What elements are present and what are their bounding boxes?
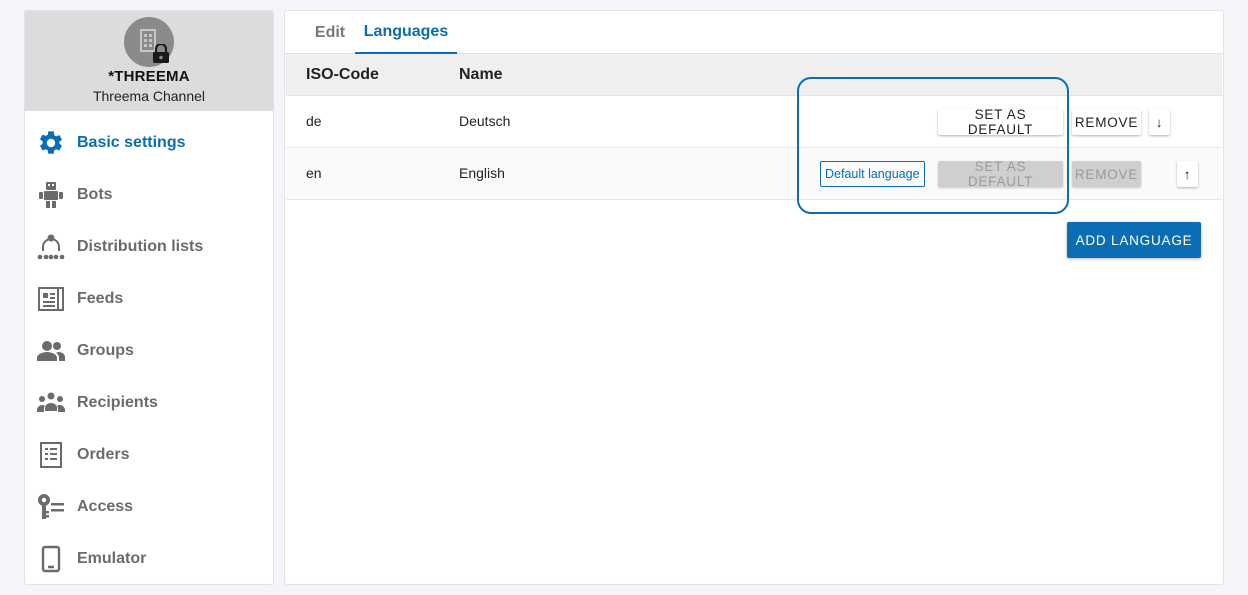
channel-type: Threema Channel: [92, 88, 206, 104]
table-header: ISO-Code Name: [286, 54, 1222, 96]
gear-icon: [37, 129, 65, 157]
table-row: en English Default language SET AS DEFAU…: [286, 148, 1222, 200]
sidebar-item-label: Groups: [77, 342, 134, 359]
sidebar-item-recipients[interactable]: Recipients: [25, 377, 273, 429]
sidebar-item-label: Distribution lists: [77, 238, 204, 255]
iso-code-cell: en: [306, 165, 322, 181]
sidebar-item-basic-settings[interactable]: Basic settings: [25, 117, 273, 169]
feed-icon: [37, 285, 65, 313]
recipients-icon: [37, 389, 65, 417]
sidebar-item-label: Emulator: [77, 550, 147, 567]
distribution-icon: [37, 233, 65, 261]
phone-icon: [37, 545, 65, 573]
sidebar-item-label: Feeds: [77, 290, 124, 307]
channel-avatar: [124, 17, 174, 67]
sidebar-item-label: Basic settings: [77, 134, 186, 151]
sidebar-item-orders[interactable]: Orders: [25, 429, 273, 481]
channel-name: *THREEMA: [108, 68, 190, 85]
language-name-cell: Deutsch: [459, 113, 511, 129]
set-as-default-button[interactable]: SET AS DEFAULT: [938, 107, 1063, 137]
column-header-iso-code: ISO-Code: [306, 66, 379, 83]
remove-button[interactable]: REMOVE: [1072, 109, 1141, 135]
sidebar-item-feeds[interactable]: Feeds: [25, 273, 273, 325]
sidebar-item-access[interactable]: Access: [25, 481, 273, 533]
sidebar: *THREEMA Threema Channel Basic settings …: [24, 10, 274, 585]
iso-code-cell: de: [306, 113, 322, 129]
languages-panel: Edit Languages ISO-Code Name de Deutsch …: [284, 10, 1224, 585]
default-language-badge: Default language: [820, 161, 925, 187]
move-down-button[interactable]: ↓: [1149, 109, 1170, 135]
remove-button-disabled: REMOVE: [1072, 161, 1141, 187]
sidebar-item-label: Recipients: [77, 394, 158, 411]
language-name-cell: English: [459, 165, 505, 181]
sidebar-item-label: Bots: [77, 186, 113, 203]
sidebar-item-label: Access: [77, 498, 134, 515]
tab-bar: Edit Languages: [285, 11, 1223, 54]
arrow-down-icon: ↓: [1155, 114, 1164, 130]
orders-icon: [37, 441, 65, 469]
tab-languages[interactable]: Languages: [355, 11, 457, 54]
sidebar-item-bots[interactable]: Bots: [25, 169, 273, 221]
sidebar-item-label: Orders: [77, 446, 130, 463]
add-language-button[interactable]: ADD LANGUAGE: [1067, 222, 1201, 258]
sidebar-item-groups[interactable]: Groups: [25, 325, 273, 377]
channel-header: *THREEMA Threema Channel: [25, 11, 273, 111]
column-header-name: Name: [459, 66, 503, 83]
sidebar-item-distribution-lists[interactable]: Distribution lists: [25, 221, 273, 273]
tab-edit[interactable]: Edit: [303, 11, 357, 54]
table-row: de Deutsch SET AS DEFAULT REMOVE ↓: [286, 96, 1222, 148]
arrow-up-icon: ↑: [1183, 166, 1192, 182]
robot-icon: [37, 181, 65, 209]
groups-icon: [37, 337, 65, 365]
lock-icon: [153, 44, 169, 63]
sidebar-item-emulator[interactable]: Emulator: [25, 533, 273, 584]
move-up-button[interactable]: ↑: [1177, 161, 1198, 187]
key-icon: [37, 493, 65, 521]
set-as-default-button-disabled: SET AS DEFAULT: [938, 159, 1063, 189]
